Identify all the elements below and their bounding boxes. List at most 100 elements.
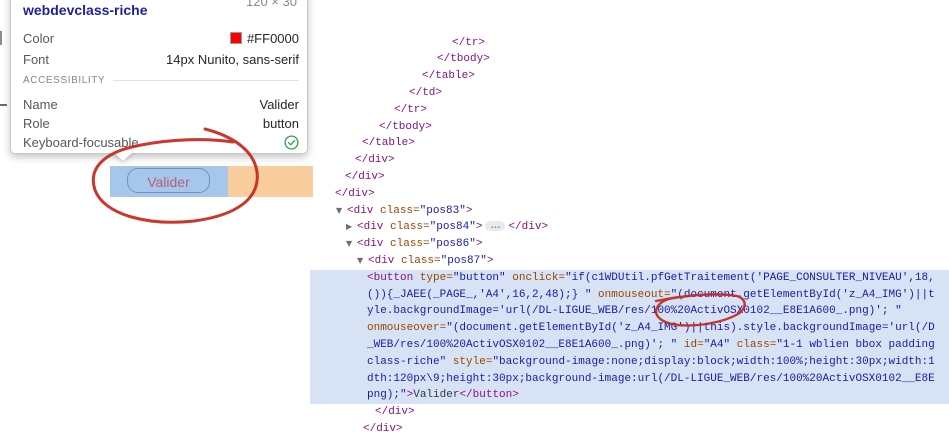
tooltip-row-name: Name Valider [23, 96, 299, 112]
value-token: "(document.getElementById('z_A4_IMG')||t… [446, 322, 935, 335]
valider-button[interactable]: Valider [127, 168, 210, 193]
inspect-tooltip: button#A4.1-1.wblien.bbox.padding. webde… [10, 0, 308, 154]
code-line[interactable]: dth:120px\9;height:30px;background-image… [310, 370, 949, 388]
code-line[interactable]: png);">Valider</button> [310, 387, 949, 405]
tag-token: <div [357, 221, 391, 234]
screenshot-stage: Valider button#A4.1-1.wblien.bbox.paddin… [0, 0, 949, 436]
code-line[interactable]: ▼ <div class="pos87"> [310, 253, 949, 270]
code-line[interactable]: </tr> [310, 102, 949, 119]
tag-token: </div> [335, 187, 375, 200]
attribute-token: class= [736, 338, 777, 351]
tag-token: </tr> [452, 36, 486, 49]
tag-token: <div [368, 254, 402, 267]
tag-token: > [475, 221, 483, 234]
tag-token: <div [347, 204, 381, 217]
tooltip-row-color: Color #FF0000 [23, 30, 299, 46]
value-token: "pos87" [440, 254, 487, 267]
code-line[interactable]: </td> [310, 85, 949, 102]
tag-token: > [486, 254, 494, 267]
attribute-token: id= [683, 338, 704, 351]
inspect-highlight-margin [228, 166, 313, 197]
divider [113, 80, 299, 81]
attribute-token: onclick= [512, 271, 566, 284]
value-token: "background-image:none;display:block;wid… [492, 355, 935, 368]
value-token: "button" [452, 271, 506, 284]
color-swatch [229, 32, 242, 44]
attribute-token: class= [390, 238, 430, 251]
attribute-token: style= [452, 355, 493, 368]
element-selector-wrap: webdevclass-riche [23, 2, 148, 18]
tag-token: </tr> [394, 103, 428, 116]
value-token: "pos83" [419, 204, 466, 217]
code-line[interactable]: </table> [310, 68, 949, 85]
tag-token: </div> [375, 406, 415, 419]
value-token: ()){_JAEE(_PAGE_,'A4',16,2,48);} " [367, 288, 592, 301]
tag-token: </div> [345, 170, 385, 183]
value-token: png);" [367, 389, 407, 402]
tooltip-row-font: Font 14px Nunito, sans-serif [23, 51, 299, 67]
code-line[interactable]: </tbody> [310, 51, 949, 68]
code-line[interactable]: </table> [310, 135, 949, 152]
code-line[interactable]: class-riche" style="background-image:non… [310, 353, 949, 371]
accessibility-section-header: ACCESSIBILITY [23, 75, 299, 86]
expand-arrow-icon[interactable]: ▼ [336, 203, 347, 220]
devtools-elements-panel[interactable]: </tr> </tbody> </table> </td> </tr> </tbody> <… [310, 0, 949, 436]
value-token: dth:120px\9;height:30px;background-image… [367, 372, 935, 385]
tooltip-pointer [112, 151, 134, 161]
attribute-token: class= [380, 204, 420, 217]
tag-token: </table> [422, 70, 475, 83]
text-token: Valider [413, 389, 460, 402]
code-line[interactable]: </div> [310, 152, 949, 169]
ellipsis-button[interactable]: … [485, 221, 506, 232]
code-line[interactable]: </tbody> [310, 119, 949, 136]
devtools-code: </tr> </tbody> </table> </td> </tr> </tbody> <… [310, 35, 949, 436]
code-line[interactable]: ▶ <div class="pos84">… </div> [310, 219, 949, 236]
code-line[interactable]: ()){_JAEE(_PAGE_,'A4',16,2,48);} " onmou… [310, 286, 949, 304]
value-token: "(document.getElementById('z_A4_IMG')||t [670, 288, 935, 301]
tag-token: </button> [459, 389, 519, 402]
tag-token: </div> [363, 422, 403, 435]
code-line[interactable]: </div> [310, 404, 949, 421]
ruler-tick [0, 31, 2, 45]
tooltip-row-role: Role button [23, 115, 299, 131]
code-line[interactable]: </div> [310, 169, 949, 186]
attribute-token: class= [390, 221, 430, 234]
value-token: "if(c1WDUtil.pfGetTraitement('PAGE_CONSU… [565, 271, 935, 284]
tooltip-row-keyboard-focusable: Keyboard-focusable [23, 134, 299, 150]
expand-arrow-icon[interactable]: ▼ [357, 253, 368, 270]
attribute-token: type= [419, 271, 453, 284]
expand-arrow-icon[interactable]: ▶ [346, 219, 357, 236]
code-line[interactable]: <button type="button" onclick="if(c1WDUt… [310, 269, 949, 287]
expand-arrow-icon[interactable]: ▼ [346, 236, 357, 253]
code-line[interactable]: yle.backgroundImage='url(/DL-LIGUE_WEB/r… [310, 303, 949, 321]
tag-token: <button [367, 271, 420, 284]
tag-token: </div> [508, 221, 549, 234]
ruler-tick [0, 104, 7, 106]
tag-token: > [475, 238, 483, 251]
attribute-token: onmouseout= [598, 288, 671, 301]
value-token: class-riche" [367, 355, 447, 368]
code-line[interactable]: onmouseover="(document.getElementById('z… [310, 320, 949, 337]
tag-token: </tbody> [379, 120, 432, 133]
code-line[interactable]: ▼ <div class="pos86"> [310, 236, 949, 253]
code-line[interactable]: ▼ <div class="pos83"> [310, 203, 949, 220]
tag-token: </div> [355, 154, 395, 167]
code-line[interactable]: _WEB/res/100%20ActivOSX0102__E8E1A600_.p… [310, 336, 949, 354]
tag-token: </td> [409, 86, 443, 99]
value-token: "pos86" [429, 238, 476, 251]
attribute-token: onmouseover= [367, 322, 447, 335]
tag-token: </table> [362, 137, 415, 150]
tag-token: </tbody> [437, 53, 490, 66]
code-line[interactable]: </tr> [310, 35, 949, 52]
code-line[interactable]: </div> [310, 186, 949, 203]
check-circle-icon [284, 134, 299, 150]
value-token: "1-1 wblien bbox padding [776, 338, 935, 351]
value-token: yle.backgroundImage='url(/DL-LIGUE_WEB/r… [367, 305, 902, 318]
code-line[interactable]: </div> [310, 421, 949, 436]
value-token: "A4" [703, 338, 731, 351]
value-token: _WEB/res/100%20ActivOSX0102__E8E1A600_.p… [367, 338, 678, 351]
value-token: "pos84" [429, 221, 476, 234]
